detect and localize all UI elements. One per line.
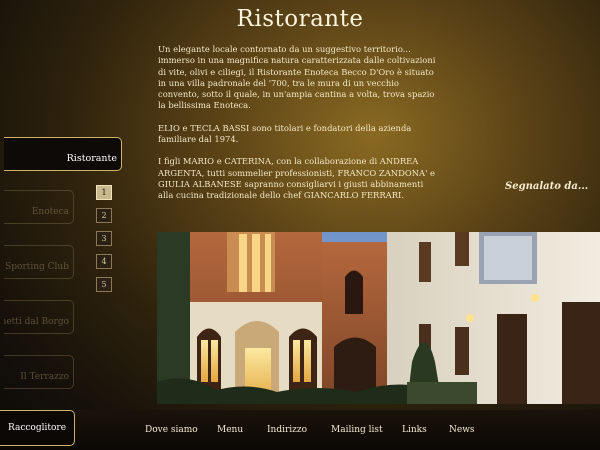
side-tab-enoteca[interactable]: Enoteca (4, 190, 74, 224)
nav-dove-siamo[interactable]: Dove siamo (145, 425, 198, 435)
page-title: Ristorante (236, 6, 364, 32)
page-button-1[interactable]: 1 (96, 185, 112, 200)
side-tab-label: Sporting Club (5, 262, 69, 272)
nav-news[interactable]: News (449, 425, 475, 435)
side-tab-sporting-club[interactable]: Sporting Club (4, 245, 74, 279)
nav-links[interactable]: Links (402, 425, 427, 435)
intro-paragraph: ELIO e TECLA BASSI sono titolari e fonda… (158, 122, 412, 145)
nav-menu[interactable]: Menu (217, 425, 243, 435)
reported-by-link[interactable]: Segnalato da... (505, 181, 588, 192)
nav-indirizzo[interactable]: Indirizzo (267, 425, 307, 435)
nav-raccoglitore[interactable]: Raccoglitore (0, 410, 75, 446)
side-tab-label: Il Terrazzo (20, 372, 69, 382)
page-button-5[interactable]: 5 (96, 277, 112, 292)
intro-text: Un elegante locale contornato da un sugg… (158, 44, 438, 213)
restaurant-photo (157, 232, 600, 404)
side-tab-label: Enoteca (31, 207, 69, 217)
page-button-4[interactable]: 4 (96, 254, 112, 269)
side-tab-terrazzo[interactable]: Il Terrazzo (4, 355, 74, 389)
nav-mailing-list[interactable]: Mailing list (331, 425, 383, 435)
side-tab-label: Ristorante (66, 153, 117, 164)
intro-paragraph: I figli MARIO e CATERINA, con la collabo… (158, 156, 435, 201)
side-tab-ristorante[interactable]: Ristorante (4, 137, 122, 171)
page-button-2[interactable]: 2 (96, 208, 112, 223)
side-tab-label: Banchetti dal Borgo (4, 317, 69, 327)
intro-paragraph: Un elegante locale contornato da un sugg… (158, 44, 436, 111)
side-tab-banchetti[interactable]: Banchetti dal Borgo (4, 300, 74, 334)
page-button-3[interactable]: 3 (96, 231, 112, 246)
